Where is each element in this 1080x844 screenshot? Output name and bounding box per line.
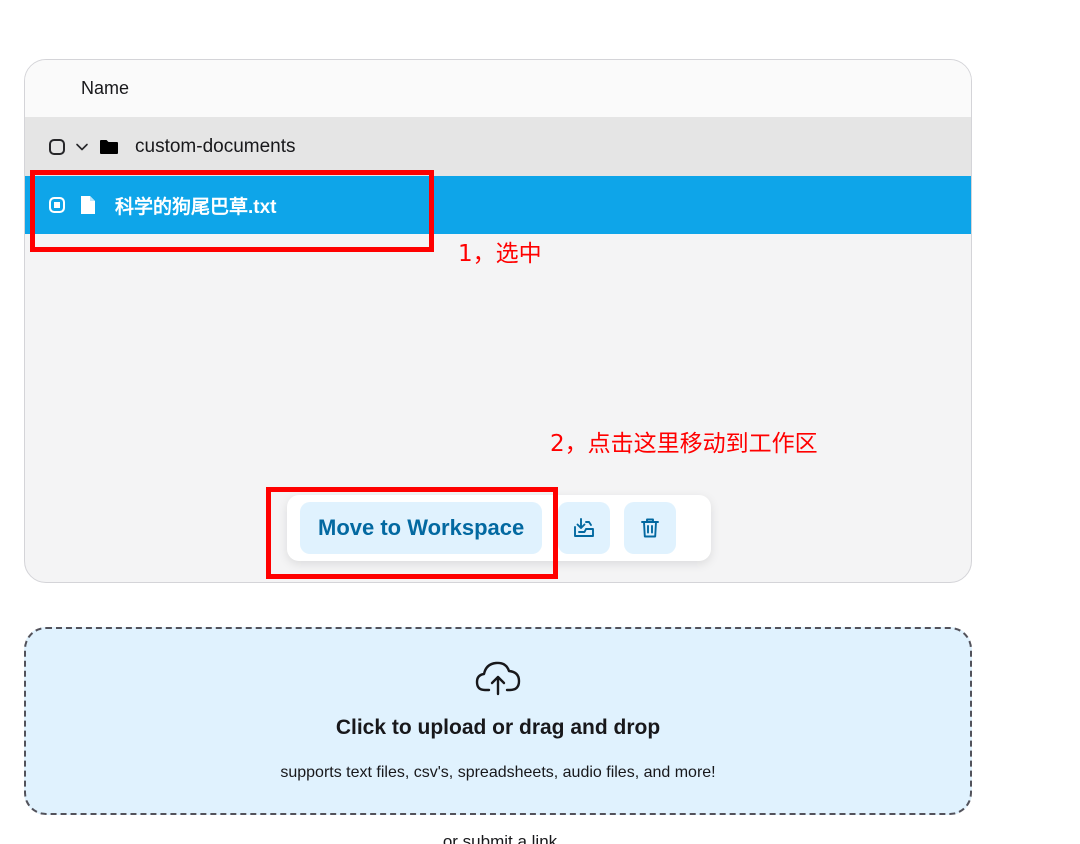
action-bar: Move to Workspace: [287, 495, 711, 561]
upload-title: Click to upload or drag and drop: [335, 716, 661, 739]
upload-subtitle: supports text files, csv's, spreadsheets…: [280, 764, 716, 781]
file-name: 科学的狗尾巴草.txt: [115, 196, 277, 218]
column-header[interactable]: Name: [25, 60, 971, 118]
download-button[interactable]: [558, 502, 611, 554]
stage: Name custom-documents 科学的狗尾巴草.txt Move t…: [0, 0, 1080, 844]
annotation-step-1: 1，选中: [458, 241, 542, 267]
download-tray-icon: [574, 518, 595, 537]
chevron-down-icon[interactable]: [75, 140, 89, 154]
file-row[interactable]: 科学的狗尾巴草.txt: [25, 176, 971, 234]
submit-link[interactable]: or submit a link: [0, 832, 1000, 844]
cloud-upload-icon: [475, 661, 521, 696]
folder-name: custom-documents: [135, 136, 296, 157]
folder-checkbox[interactable]: [49, 139, 65, 155]
move-to-workspace-button[interactable]: Move to Workspace: [300, 502, 543, 554]
folder-icon: [100, 140, 118, 154]
folder-row[interactable]: custom-documents: [25, 118, 971, 176]
file-checkbox[interactable]: [49, 197, 65, 213]
trash-icon: [641, 518, 660, 538]
upload-dropzone[interactable]: Click to upload or drag and drop support…: [24, 627, 972, 815]
column-header-label: Name: [81, 78, 130, 98]
delete-button[interactable]: [624, 502, 677, 554]
document-icon: [81, 196, 95, 214]
annotation-step-2: 2，点击这里移动到工作区: [550, 431, 818, 457]
